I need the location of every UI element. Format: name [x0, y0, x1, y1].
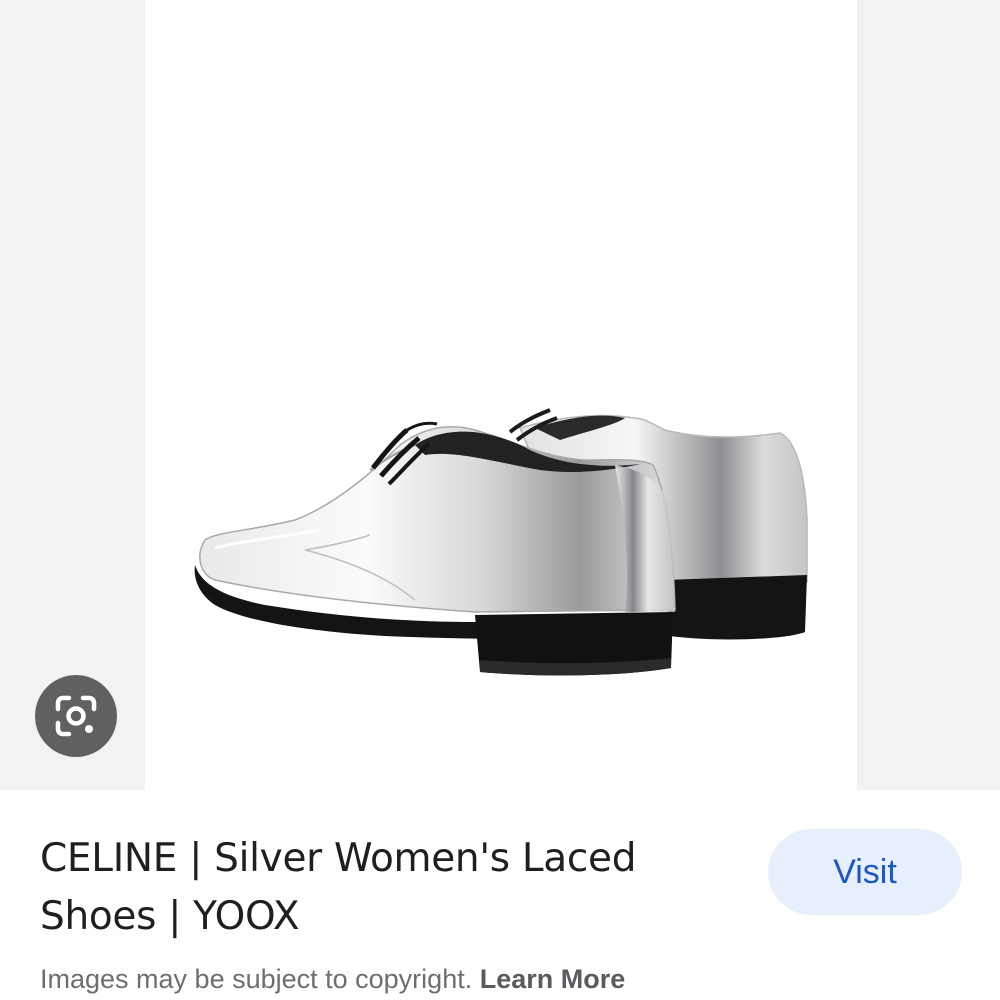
product-image[interactable]: [145, 0, 857, 790]
visit-button[interactable]: Visit: [768, 829, 962, 915]
image-result-page: CELINE | Silver Women's Laced Shoes | YO…: [0, 0, 1000, 1000]
image-viewer: [0, 0, 1000, 790]
copyright-notice: Images may be subject to copyright. Lear…: [40, 964, 625, 995]
google-lens-button[interactable]: [35, 675, 117, 757]
google-lens-icon: [55, 695, 97, 737]
result-title[interactable]: CELINE | Silver Women's Laced Shoes | YO…: [40, 830, 730, 946]
copyright-text: Images may be subject to copyright.: [40, 964, 473, 994]
learn-more-link[interactable]: Learn More: [480, 964, 626, 994]
silver-shoes-illustration: [194, 408, 808, 676]
